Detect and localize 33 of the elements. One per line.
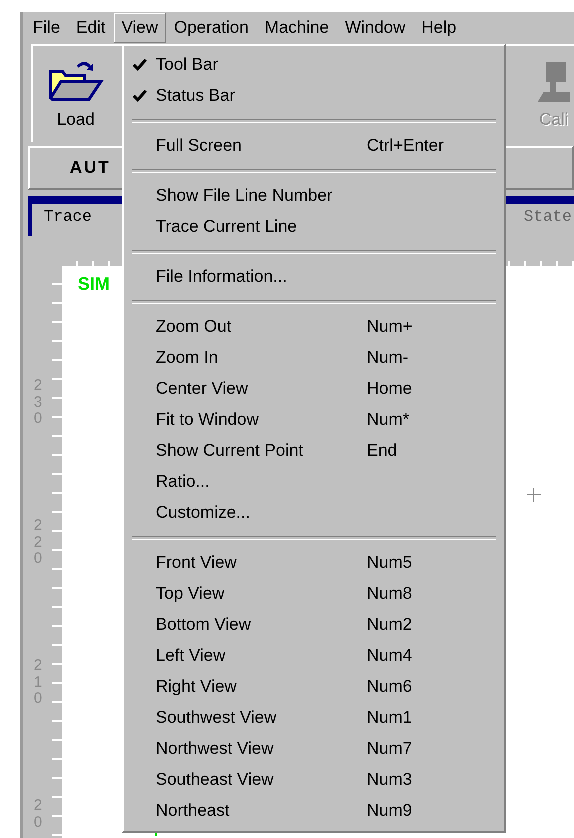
menu-item[interactable]: Bottom View Num2 <box>124 609 504 640</box>
menu-item[interactable]: Tool Bar <box>124 49 504 80</box>
menu-item[interactable]: Northwest View Num7 <box>124 733 504 764</box>
menu-item[interactable]: Show Current Point End <box>124 435 504 466</box>
menu-item[interactable]: Southeast View Num3 <box>124 764 504 795</box>
menu-item[interactable]: Full Screen Ctrl+Enter <box>124 130 504 161</box>
menu-item[interactable]: Ratio... <box>124 466 504 497</box>
menu-bar-item[interactable]: Window <box>337 13 414 43</box>
menu-bar-item[interactable]: File <box>25 13 68 43</box>
menu-item[interactable]: Fit to Window Num* <box>124 404 504 435</box>
menu-item[interactable]: Zoom In Num- <box>124 342 504 373</box>
menu-bar-item[interactable]: Edit <box>68 13 114 43</box>
menu-item[interactable]: Left View Num4 <box>124 640 504 671</box>
menu-item[interactable]: Center View Home <box>124 373 504 404</box>
menu-item[interactable]: Southwest View Num1 <box>124 702 504 733</box>
load-button[interactable]: Load <box>33 46 119 142</box>
canvas-title: SIM <box>78 274 110 295</box>
menu-bar-item[interactable]: Help <box>414 13 465 43</box>
menu-item[interactable]: Status Bar <box>124 80 504 111</box>
menu-item[interactable]: Customize... <box>124 497 504 528</box>
menu-item[interactable]: Zoom Out Num+ <box>124 311 504 342</box>
menu-bar-item[interactable]: Operation <box>166 13 257 43</box>
menu-item[interactable]: File Information... <box>124 261 504 292</box>
mode-label: AUT <box>70 158 111 178</box>
menu-bar-item[interactable]: Machine <box>256 13 338 43</box>
menu-item[interactable]: Northeast Num9 <box>124 795 504 826</box>
menu-item[interactable]: Right View Num6 <box>124 671 504 702</box>
crosshair-icon <box>527 488 541 502</box>
menu-item[interactable]: Front View Num5 <box>124 547 504 578</box>
menu-item[interactable]: Show File Line Number <box>124 180 504 211</box>
menu-item[interactable]: Top View Num8 <box>124 578 504 609</box>
menu-item[interactable]: Trace Current Line <box>124 211 504 242</box>
menu-bar-item[interactable]: View <box>114 13 166 43</box>
